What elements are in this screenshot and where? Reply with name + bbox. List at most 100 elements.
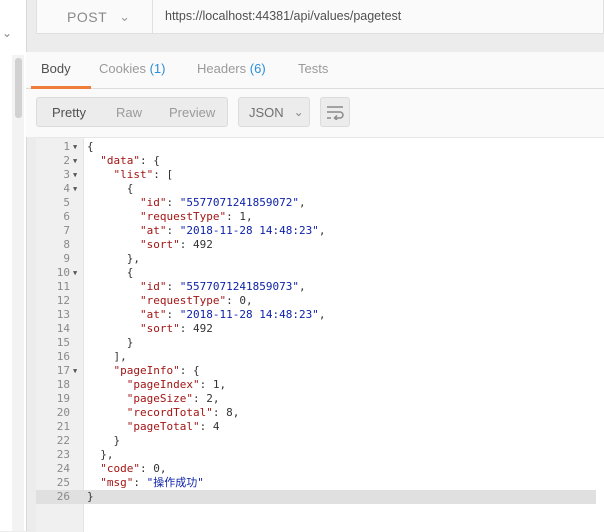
- code-line: 3 ▼ "list": [: [36, 168, 596, 182]
- line-number: 7: [63, 224, 70, 237]
- line-number: 9: [63, 252, 70, 265]
- view-raw-button[interactable]: Raw: [116, 105, 142, 120]
- response-body-editor[interactable]: 1 ▼{2 ▼ "data": {3 ▼ "list": [4 ▼ {5 "id": "…: [36, 137, 604, 532]
- chevron-down-icon: ⌄: [293, 105, 304, 119]
- tab-count: (1): [149, 61, 166, 76]
- code-line: 25 "msg": "操作成功": [36, 476, 596, 490]
- code-text: "list": [: [113, 168, 174, 181]
- response-tabs: Body Cookies (1) Headers (6) Tests: [26, 52, 604, 89]
- code-line: 15 }: [36, 336, 596, 350]
- line-number: 2: [63, 154, 70, 167]
- view-pretty-button[interactable]: Pretty: [52, 105, 86, 120]
- code-line: 16 ],: [36, 350, 596, 364]
- format-select[interactable]: JSON ⌄: [238, 97, 310, 127]
- code-text: "requestType": 0,: [139, 294, 253, 307]
- view-mode-selector: Pretty Raw Preview: [36, 97, 228, 127]
- line-number: 1: [63, 140, 70, 153]
- code-text: }: [126, 336, 134, 349]
- tab-body[interactable]: Body: [41, 61, 71, 76]
- line-number: 26: [56, 490, 70, 503]
- code-text: "sort": 492: [139, 322, 213, 335]
- chevron-down-icon: ⌄: [119, 8, 131, 24]
- fold-toggle-icon[interactable]: ▼: [73, 168, 77, 182]
- code-text: {: [126, 182, 134, 195]
- code-text: "requestType": 1,: [139, 210, 253, 223]
- line-number: 20: [56, 406, 70, 419]
- method-select[interactable]: POST ⌄: [37, 0, 153, 33]
- line-number: 23: [56, 448, 70, 461]
- code-line: 5 "id": "5577071241859072",: [36, 196, 596, 210]
- code-text: ],: [113, 350, 127, 363]
- chevron-down-icon[interactable]: ⌄: [2, 26, 12, 40]
- code-text: "recordTotal": 8,: [126, 406, 240, 419]
- url-input[interactable]: https://localhost:44381/api/values/paget…: [165, 9, 401, 23]
- view-preview-button[interactable]: Preview: [169, 105, 215, 120]
- code-line: 20 "recordTotal": 8,: [36, 406, 596, 420]
- code-line: 10 ▼ {: [36, 266, 596, 280]
- line-number: 4: [63, 182, 70, 195]
- code-line: 17 ▼ "pageInfo": {: [36, 364, 596, 378]
- line-number: 18: [56, 378, 70, 391]
- code-text: "pageInfo": {: [113, 364, 200, 377]
- line-number: 24: [56, 462, 70, 475]
- tab-label: Body: [41, 61, 71, 76]
- line-number: 15: [56, 336, 70, 349]
- line-number: 25: [56, 476, 70, 489]
- code-text: },: [100, 448, 114, 461]
- line-number: 12: [56, 294, 70, 307]
- line-number: 3: [63, 168, 70, 181]
- code-line: 9 },: [36, 252, 596, 266]
- code-line: 23 },: [36, 448, 596, 462]
- line-number: 11: [56, 280, 70, 293]
- wrap-lines-icon: [327, 106, 344, 120]
- fold-toggle-icon[interactable]: ▼: [73, 182, 77, 196]
- fold-toggle-icon[interactable]: ▼: [73, 364, 77, 378]
- code-text: "code": 0,: [100, 462, 167, 475]
- code-text: "pageIndex": 1,: [126, 378, 227, 391]
- request-bar: POST ⌄ https://localhost:44381/api/value…: [36, 0, 604, 34]
- code-line: 11 "id": "5577071241859073",: [36, 280, 596, 294]
- code-text: "at": "2018-11-28 14:48:23",: [139, 224, 326, 237]
- tab-label: Tests: [298, 61, 329, 76]
- line-number: 10: [56, 266, 70, 279]
- left-panel-strip: ⌄: [0, 0, 27, 531]
- code-line: 2 ▼ "data": {: [36, 154, 596, 168]
- code-text: },: [126, 252, 140, 265]
- code-text: "sort": 492: [139, 238, 213, 251]
- line-number: 17: [56, 364, 70, 377]
- tab-label: Cookies: [99, 61, 146, 76]
- tab-headers[interactable]: Headers (6): [197, 61, 266, 76]
- left-scrollbar-track: [12, 55, 24, 531]
- line-number: 5: [63, 196, 70, 209]
- tab-tests[interactable]: Tests: [298, 61, 328, 76]
- code-line: 19 "pageSize": 2,: [36, 392, 596, 406]
- left-scrollbar-thumb[interactable]: [15, 58, 22, 118]
- line-number: 14: [56, 322, 70, 335]
- code-line: 4 ▼ {: [36, 182, 596, 196]
- line-number: 8: [63, 238, 70, 251]
- fold-toggle-icon[interactable]: ▼: [73, 266, 77, 280]
- code-line: 26}: [36, 490, 596, 504]
- method-label: POST: [67, 8, 108, 25]
- code-line: 21 "pageTotal": 4: [36, 420, 596, 434]
- code-line: 1 ▼ {: [36, 140, 596, 154]
- line-number: 6: [63, 210, 70, 223]
- code-line: 13 "at": "2018-11-28 14:48:23",: [36, 308, 596, 322]
- code-line: 6 "requestType": 1,: [36, 210, 596, 224]
- code-text: {: [126, 266, 134, 279]
- line-number: 13: [56, 308, 70, 321]
- fold-toggle-icon[interactable]: ▼: [73, 154, 77, 168]
- tab-cookies[interactable]: Cookies (1): [99, 61, 165, 76]
- code-line: 7 "at": "2018-11-28 14:48:23",: [36, 224, 596, 238]
- line-number: 21: [56, 420, 70, 433]
- code-line: 24 "code": 0,: [36, 462, 596, 476]
- code-line: 22 }: [36, 434, 596, 448]
- wrap-lines-button[interactable]: [320, 97, 350, 127]
- code-text: "id": "5577071241859073",: [139, 280, 306, 293]
- code-line: 8 "sort": 492: [36, 238, 596, 252]
- code-text: "data": {: [100, 154, 160, 167]
- code-line: 18 "pageIndex": 1,: [36, 378, 596, 392]
- tab-count: (6): [249, 61, 266, 76]
- fold-toggle-icon[interactable]: ▼: [73, 140, 77, 154]
- line-number: 16: [56, 350, 70, 363]
